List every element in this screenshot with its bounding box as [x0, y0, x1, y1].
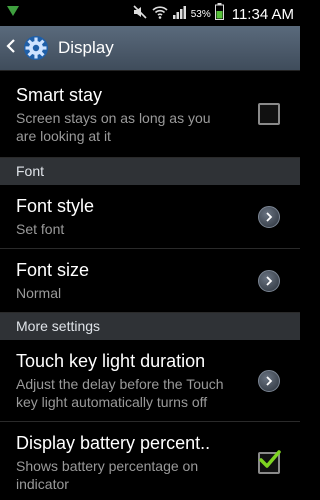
touch-key-light-title: Touch key light duration [16, 351, 206, 371]
font-size-title: Font size [16, 260, 90, 280]
status-bar: 53% 11:34 AM [0, 0, 300, 26]
back-chevron-icon[interactable] [6, 38, 20, 59]
settings-list: Smart stay Screen stays on as long as yo… [0, 71, 300, 500]
smart-stay-summary: Screen stays on as long as you are looki… [16, 110, 211, 144]
more-settings-category-header: More settings [0, 313, 300, 340]
signal-icon [172, 4, 187, 25]
action-bar: Display [0, 26, 300, 71]
chevron-right-icon [258, 269, 280, 292]
mute-icon [132, 4, 148, 25]
unchecked-checkbox-icon [258, 103, 280, 125]
smart-stay-item[interactable]: Smart stay Screen stays on as long as yo… [0, 71, 300, 158]
smart-stay-title: Smart stay [16, 85, 103, 105]
chevron-right-icon [258, 205, 280, 228]
clock-text: 11:34 AM [231, 5, 294, 23]
font-category-header: Font [0, 158, 300, 185]
battery-icon [214, 3, 224, 25]
touch-key-light-item[interactable]: Touch key light duration Adjust the dela… [0, 340, 300, 422]
download-notification-icon [6, 4, 20, 22]
battery-percent-checkbox[interactable] [258, 449, 281, 474]
font-style-item[interactable]: Font style Set font [0, 185, 300, 249]
font-size-chevron[interactable] [258, 269, 280, 292]
settings-gear-icon[interactable] [22, 34, 50, 62]
smart-stay-checkbox[interactable] [258, 103, 280, 125]
font-size-summary: Normal [16, 285, 62, 301]
touch-key-light-chevron[interactable] [258, 369, 280, 392]
wifi-icon [152, 4, 168, 25]
status-icons: 53% 11:34 AM [132, 3, 294, 25]
font-style-title: Font style [16, 196, 95, 216]
font-style-summary: Set font [16, 221, 65, 237]
font-style-chevron[interactable] [258, 205, 280, 228]
touch-key-light-summary: Adjust the delay before the Touch key li… [16, 376, 224, 410]
checked-checkbox-icon [258, 449, 281, 474]
page-title: Display [58, 38, 114, 57]
battery-percent-summary: Shows battery percentage on indicator [16, 458, 199, 492]
battery-percent-text: 53% [190, 8, 211, 20]
chevron-right-icon [258, 369, 280, 392]
battery-percent-item[interactable]: Display battery percent.. Shows battery … [0, 422, 300, 500]
font-size-item[interactable]: Font size Normal [0, 249, 300, 313]
battery-percent-title: Display battery percent.. [16, 433, 211, 453]
